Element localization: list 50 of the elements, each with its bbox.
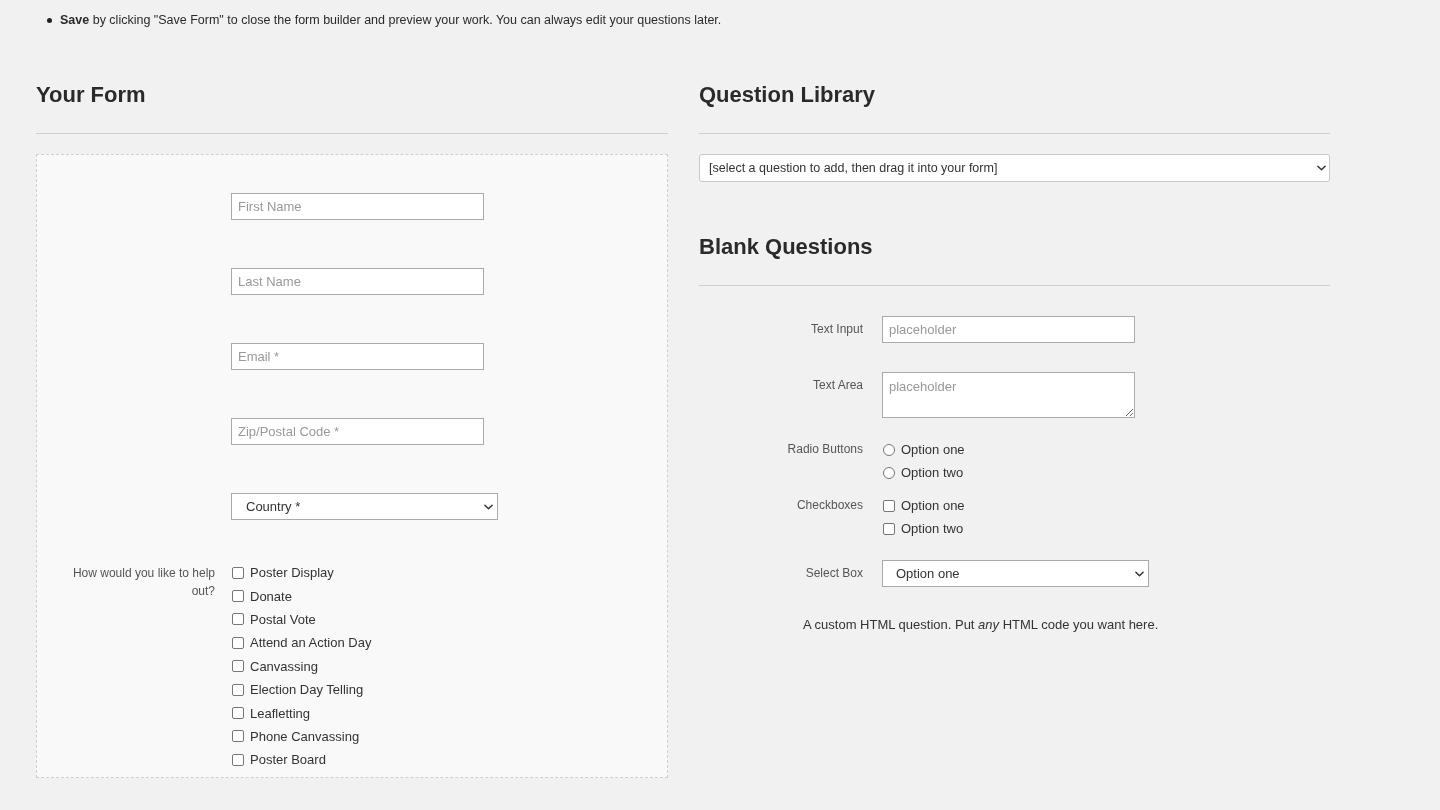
- option-label: Option one: [901, 498, 965, 513]
- question-dropdown[interactable]: [select a question to add, then drag it into your form]: [699, 154, 1330, 182]
- checkbox[interactable]: [232, 636, 244, 649]
- bullet-icon: [47, 17, 52, 23]
- radio-button[interactable]: [883, 443, 895, 456]
- option-label: Postal Vote: [250, 611, 316, 627]
- chevron-down-icon: [1135, 570, 1144, 577]
- option-label: Leafletting: [250, 705, 310, 721]
- checkbox[interactable]: [232, 707, 244, 720]
- text-field[interactable]: Last Name: [231, 268, 484, 295]
- option-label: Attend an Action Day: [250, 635, 372, 651]
- checkbox[interactable]: [232, 566, 244, 579]
- section-heading: Question Library: [699, 82, 877, 108]
- dropdown[interactable]: Option one: [882, 560, 1149, 587]
- checkbox[interactable]: [232, 730, 244, 743]
- checkbox[interactable]: [232, 590, 244, 603]
- text-area-field[interactable]: placeholder: [882, 372, 1135, 418]
- question-label: Radio Buttons: [787, 442, 863, 456]
- text-field[interactable]: placeholder: [882, 316, 1135, 343]
- instruction-text: Save by clicking "Save Form" to close the form builder and preview your work. You can always edit your questions later.: [60, 12, 722, 28]
- checkbox[interactable]: [883, 499, 895, 512]
- checkbox[interactable]: [883, 522, 895, 535]
- option-label: Canvassing: [250, 658, 318, 674]
- option-label: Election Day Telling: [250, 682, 364, 698]
- question-label: Checkboxes: [796, 498, 863, 512]
- question-label: Text Input: [810, 322, 863, 336]
- option-label: Poster Display: [250, 565, 334, 581]
- chevron-down-icon: [484, 503, 493, 510]
- question-label: Select Box: [805, 566, 863, 580]
- text-field[interactable]: Zip/Postal Code *: [231, 418, 484, 445]
- radio-button[interactable]: [883, 466, 895, 479]
- option-label: Phone Canvassing: [250, 728, 360, 744]
- option-label: Option two: [901, 465, 964, 480]
- question-label: How would you like to help out?: [72, 565, 215, 598]
- option-label: Poster Board: [250, 752, 326, 768]
- checkbox[interactable]: [232, 613, 244, 626]
- checkbox[interactable]: [232, 753, 244, 766]
- text-field[interactable]: First Name: [231, 193, 484, 220]
- checkbox[interactable]: [232, 660, 244, 673]
- section-heading: Blank Questions: [699, 234, 874, 260]
- text-field[interactable]: Email *: [231, 343, 484, 370]
- option-label: Option one: [901, 442, 965, 457]
- checkbox[interactable]: [232, 683, 244, 696]
- chevron-down-icon: [1317, 165, 1326, 171]
- option-label: Option two: [901, 521, 964, 536]
- custom-html-text: A custom HTML question. Put any HTML code you want here.: [803, 617, 1160, 633]
- dropdown[interactable]: Country *: [231, 493, 498, 520]
- section-heading: Your Form: [36, 82, 147, 108]
- question-label: Text Area: [812, 378, 863, 392]
- option-label: Donate: [250, 588, 292, 604]
